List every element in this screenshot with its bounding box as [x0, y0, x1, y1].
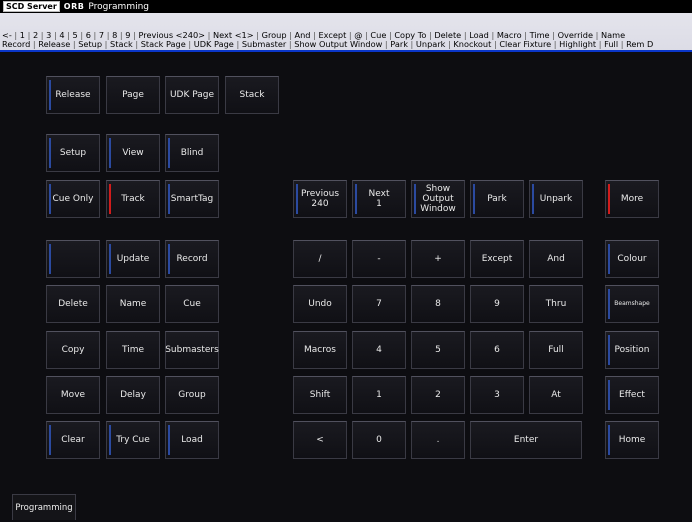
- minus-key[interactable]: -: [352, 240, 406, 278]
- seven-key[interactable]: 7: [352, 285, 406, 323]
- udk-page-key[interactable]: UDK Page: [165, 76, 219, 114]
- setup-key[interactable]: Setup: [46, 134, 100, 172]
- delay-key[interactable]: Delay: [106, 376, 160, 414]
- programming-keypad-panel: Release Page UDK Page Stack Setup View B…: [0, 52, 692, 522]
- time-key[interactable]: Time: [106, 331, 160, 369]
- update-key[interactable]: Update: [106, 240, 160, 278]
- row2-command-1[interactable]: Release: [38, 39, 70, 49]
- next-key[interactable]: Next 1: [352, 180, 406, 218]
- zero-key[interactable]: 0: [352, 421, 406, 459]
- show-output-window-key[interactable]: Show Output Window: [411, 180, 465, 218]
- macros-key[interactable]: Macros: [293, 331, 347, 369]
- title-bar: SCD Server ORB Programming: [0, 0, 692, 13]
- less-than-key[interactable]: <: [293, 421, 347, 459]
- previous-key[interactable]: Previous 240: [293, 180, 347, 218]
- command-separator: |: [102, 39, 111, 49]
- nine-key[interactable]: 9: [470, 285, 524, 323]
- three-key[interactable]: 3: [470, 376, 524, 414]
- submasters-key[interactable]: Submasters: [165, 331, 219, 369]
- copy-key[interactable]: Copy: [46, 331, 100, 369]
- one-key[interactable]: 1: [352, 376, 406, 414]
- command-toolbar: <- | 1 | 2 | 3 | 4 | 5 | 6 | 7 | 8 | 9 |…: [0, 13, 692, 65]
- clear-key[interactable]: Clear: [46, 421, 100, 459]
- and-key[interactable]: And: [529, 240, 583, 278]
- delete-key[interactable]: Delete: [46, 285, 100, 323]
- at-key[interactable]: At: [529, 376, 583, 414]
- cue-key[interactable]: Cue: [165, 285, 219, 323]
- except-key[interactable]: Except: [470, 240, 524, 278]
- row2-command-0[interactable]: Record: [2, 39, 30, 49]
- row2-command-7[interactable]: Show Output Window: [294, 39, 382, 49]
- six-key[interactable]: 6: [470, 331, 524, 369]
- command-separator: |: [407, 39, 416, 49]
- row2-command-2[interactable]: Setup: [78, 39, 102, 49]
- tab-programming[interactable]: Programming: [12, 494, 76, 520]
- group-key[interactable]: Group: [165, 376, 219, 414]
- row2-command-11[interactable]: Clear Fixture: [499, 39, 551, 49]
- row2-command-12[interactable]: Highlight: [559, 39, 596, 49]
- more-key[interactable]: More: [605, 180, 659, 218]
- thru-key[interactable]: Thru: [529, 285, 583, 323]
- command-separator: |: [233, 39, 242, 49]
- row2-command-14[interactable]: Rem D: [626, 39, 653, 49]
- orb-logo: ORB: [63, 2, 85, 11]
- row2-command-4[interactable]: Stack Page: [141, 39, 186, 49]
- move-key[interactable]: Move: [46, 376, 100, 414]
- command-row-2: Record | Release | Setup | Stack | Stack…: [2, 39, 653, 49]
- position-key[interactable]: Position: [605, 331, 659, 369]
- full-key[interactable]: Full: [529, 331, 583, 369]
- row2-command-3[interactable]: Stack: [110, 39, 133, 49]
- blind-key[interactable]: Blind: [165, 134, 219, 172]
- row2-command-6[interactable]: Submaster: [242, 39, 286, 49]
- row2-command-8[interactable]: Park: [390, 39, 408, 49]
- command-separator: |: [551, 39, 560, 49]
- try-cue-key[interactable]: Try Cue: [106, 421, 160, 459]
- row2-command-10[interactable]: Knockout: [453, 39, 491, 49]
- blank-key[interactable]: [46, 240, 100, 278]
- load-key[interactable]: Load: [165, 421, 219, 459]
- page-key[interactable]: Page: [106, 76, 160, 114]
- command-separator: |: [596, 39, 605, 49]
- colour-key[interactable]: Colour: [605, 240, 659, 278]
- eight-key[interactable]: 8: [411, 285, 465, 323]
- undo-key[interactable]: Undo: [293, 285, 347, 323]
- command-separator: |: [132, 39, 141, 49]
- name-key[interactable]: Name: [106, 285, 160, 323]
- shift-key[interactable]: Shift: [293, 376, 347, 414]
- release-key[interactable]: Release: [46, 76, 100, 114]
- two-key[interactable]: 2: [411, 376, 465, 414]
- row2-command-9[interactable]: Unpark: [416, 39, 446, 49]
- enter-key[interactable]: Enter: [470, 421, 582, 459]
- command-separator: |: [618, 39, 627, 49]
- effect-key[interactable]: Effect: [605, 376, 659, 414]
- window-title: Programming: [88, 1, 150, 12]
- scd-server-logo: SCD Server: [3, 1, 60, 12]
- cue-only-key[interactable]: Cue Only: [46, 180, 100, 218]
- row2-command-13[interactable]: Full: [604, 39, 618, 49]
- home-key[interactable]: Home: [605, 421, 659, 459]
- four-key[interactable]: 4: [352, 331, 406, 369]
- slash-key[interactable]: /: [293, 240, 347, 278]
- unpark-key[interactable]: Unpark: [529, 180, 583, 218]
- dot-key[interactable]: .: [411, 421, 465, 459]
- stack-key[interactable]: Stack: [225, 76, 279, 114]
- plus-key[interactable]: +: [411, 240, 465, 278]
- command-separator: |: [185, 39, 194, 49]
- park-key[interactable]: Park: [470, 180, 524, 218]
- record-key[interactable]: Record: [165, 240, 219, 278]
- smarttag-key[interactable]: SmartTag: [165, 180, 219, 218]
- view-key[interactable]: View: [106, 134, 160, 172]
- beamshape-key[interactable]: Beamshape: [605, 285, 659, 323]
- track-key[interactable]: Track: [106, 180, 160, 218]
- five-key[interactable]: 5: [411, 331, 465, 369]
- row2-command-5[interactable]: UDK Page: [194, 39, 234, 49]
